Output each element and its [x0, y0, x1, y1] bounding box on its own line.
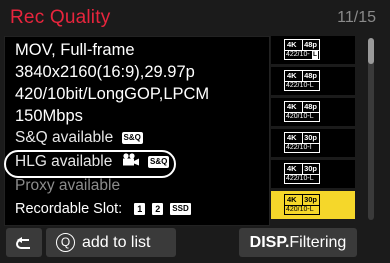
sq-available-label: S&Q available — [15, 129, 114, 146]
slot-1-badge: 1 — [134, 203, 146, 216]
chip-format: 422/10-L — [286, 175, 314, 182]
rec-quality-screen: Rec Quality 11/15 MOV, Full-frame 3840x2… — [0, 0, 390, 260]
slot-2-badge: 2 — [152, 203, 164, 216]
list-item[interactable]: 4K 30p 422/10-L — [271, 160, 355, 190]
sq-available-row: S&Q available S&Q — [15, 129, 143, 147]
chip-format: 422/10-L — [286, 82, 314, 89]
disp-key-label: DISP. — [249, 234, 290, 251]
chip-resolution: 4K — [287, 71, 297, 80]
hlg-available-label: HLG available — [15, 153, 113, 171]
footer-bar: Q add to list DISP.Filtering — [0, 226, 390, 260]
list-item[interactable]: 4K 48p 422/10- L — [271, 36, 355, 66]
recordable-slot-label: Recordable Slot: — [15, 201, 123, 217]
scrollbar-thumb[interactable] — [368, 38, 374, 64]
hlg-sq-badge: S&Q — [147, 156, 170, 168]
chip-resolution: 4K — [287, 102, 297, 111]
quality-chip: 4K 30p 422/10-L — [284, 163, 320, 184]
proxy-available-label: Proxy available — [15, 177, 121, 194]
quality-chip: 4K 30p 422/10-I — [284, 132, 320, 153]
add-to-list-button[interactable]: Q add to list — [46, 228, 176, 257]
rec-quality-list: 4K 48p 422/10- L 4K 48p 422/10-L 4K 48p — [271, 36, 355, 222]
chip-format: 420/10-L — [286, 206, 314, 213]
chip-fps: 48p — [304, 71, 317, 80]
chip-fps: 48p — [304, 40, 317, 49]
list-item[interactable]: 4K 48p 420/10-L — [271, 98, 355, 128]
chip-format: 422/10- — [286, 51, 310, 58]
scrollbar[interactable] — [368, 38, 374, 220]
recordable-slot-row: Recordable Slot: 1 2 SSD — [15, 201, 191, 217]
chip-divider — [302, 40, 303, 50]
chip-format: 420/10-L — [286, 113, 314, 120]
chip-fps: 48p — [304, 102, 317, 111]
page-indicator: 11/15 — [337, 9, 376, 26]
chip-resolution: 4K — [287, 40, 297, 49]
detail-codec: 420/10bit/LongGOP,LPCM — [15, 85, 210, 103]
chip-resolution: 4K — [287, 133, 297, 142]
list-item-selected[interactable]: 4K 30p 420/10-L — [271, 191, 355, 221]
chip-divider — [302, 195, 303, 205]
chip-divider — [302, 102, 303, 112]
return-arrow-icon — [15, 234, 33, 263]
page-title: Rec Quality — [10, 7, 111, 28]
slot-ssd-badge: SSD — [170, 203, 191, 216]
add-to-list-label: add to list — [82, 234, 151, 251]
list-item[interactable]: 4K 48p 422/10-L — [271, 67, 355, 97]
sq-badge: S&Q — [121, 131, 143, 144]
movie-camera-icon — [122, 153, 140, 171]
chip-fps: 30p — [304, 195, 317, 204]
chip-divider — [302, 164, 303, 174]
chip-fps: 30p — [304, 164, 317, 173]
hlg-available-row: HLG available S&Q — [15, 153, 170, 171]
list-item[interactable]: 4K 30p 422/10-I — [271, 129, 355, 159]
chip-flag: L — [312, 51, 318, 59]
chip-format: 422/10-I — [286, 144, 312, 151]
filtering-button[interactable]: DISP.Filtering — [239, 228, 357, 257]
q-button-icon: Q — [56, 233, 75, 252]
back-button[interactable] — [6, 228, 42, 257]
detail-bitrate: 150Mbps — [15, 107, 83, 125]
filtering-label: Filtering — [289, 234, 347, 251]
quality-chip: 4K 48p 420/10-L — [284, 101, 320, 122]
detail-resolution: 3840x2160(16:9),29.97p — [15, 63, 195, 81]
quality-chip: 4K 48p 422/10- L — [284, 39, 320, 60]
chip-resolution: 4K — [287, 195, 297, 204]
chip-divider — [302, 71, 303, 81]
chip-fps: 30p — [304, 133, 317, 142]
detail-panel: MOV, Full-frame 3840x2160(16:9),29.97p 4… — [4, 36, 270, 226]
chip-resolution: 4K — [287, 164, 297, 173]
quality-chip: 4K 30p 420/10-L — [284, 194, 320, 215]
detail-format: MOV, Full-frame — [15, 41, 135, 59]
quality-chip: 4K 48p 422/10-L — [284, 70, 320, 91]
chip-divider — [302, 133, 303, 143]
